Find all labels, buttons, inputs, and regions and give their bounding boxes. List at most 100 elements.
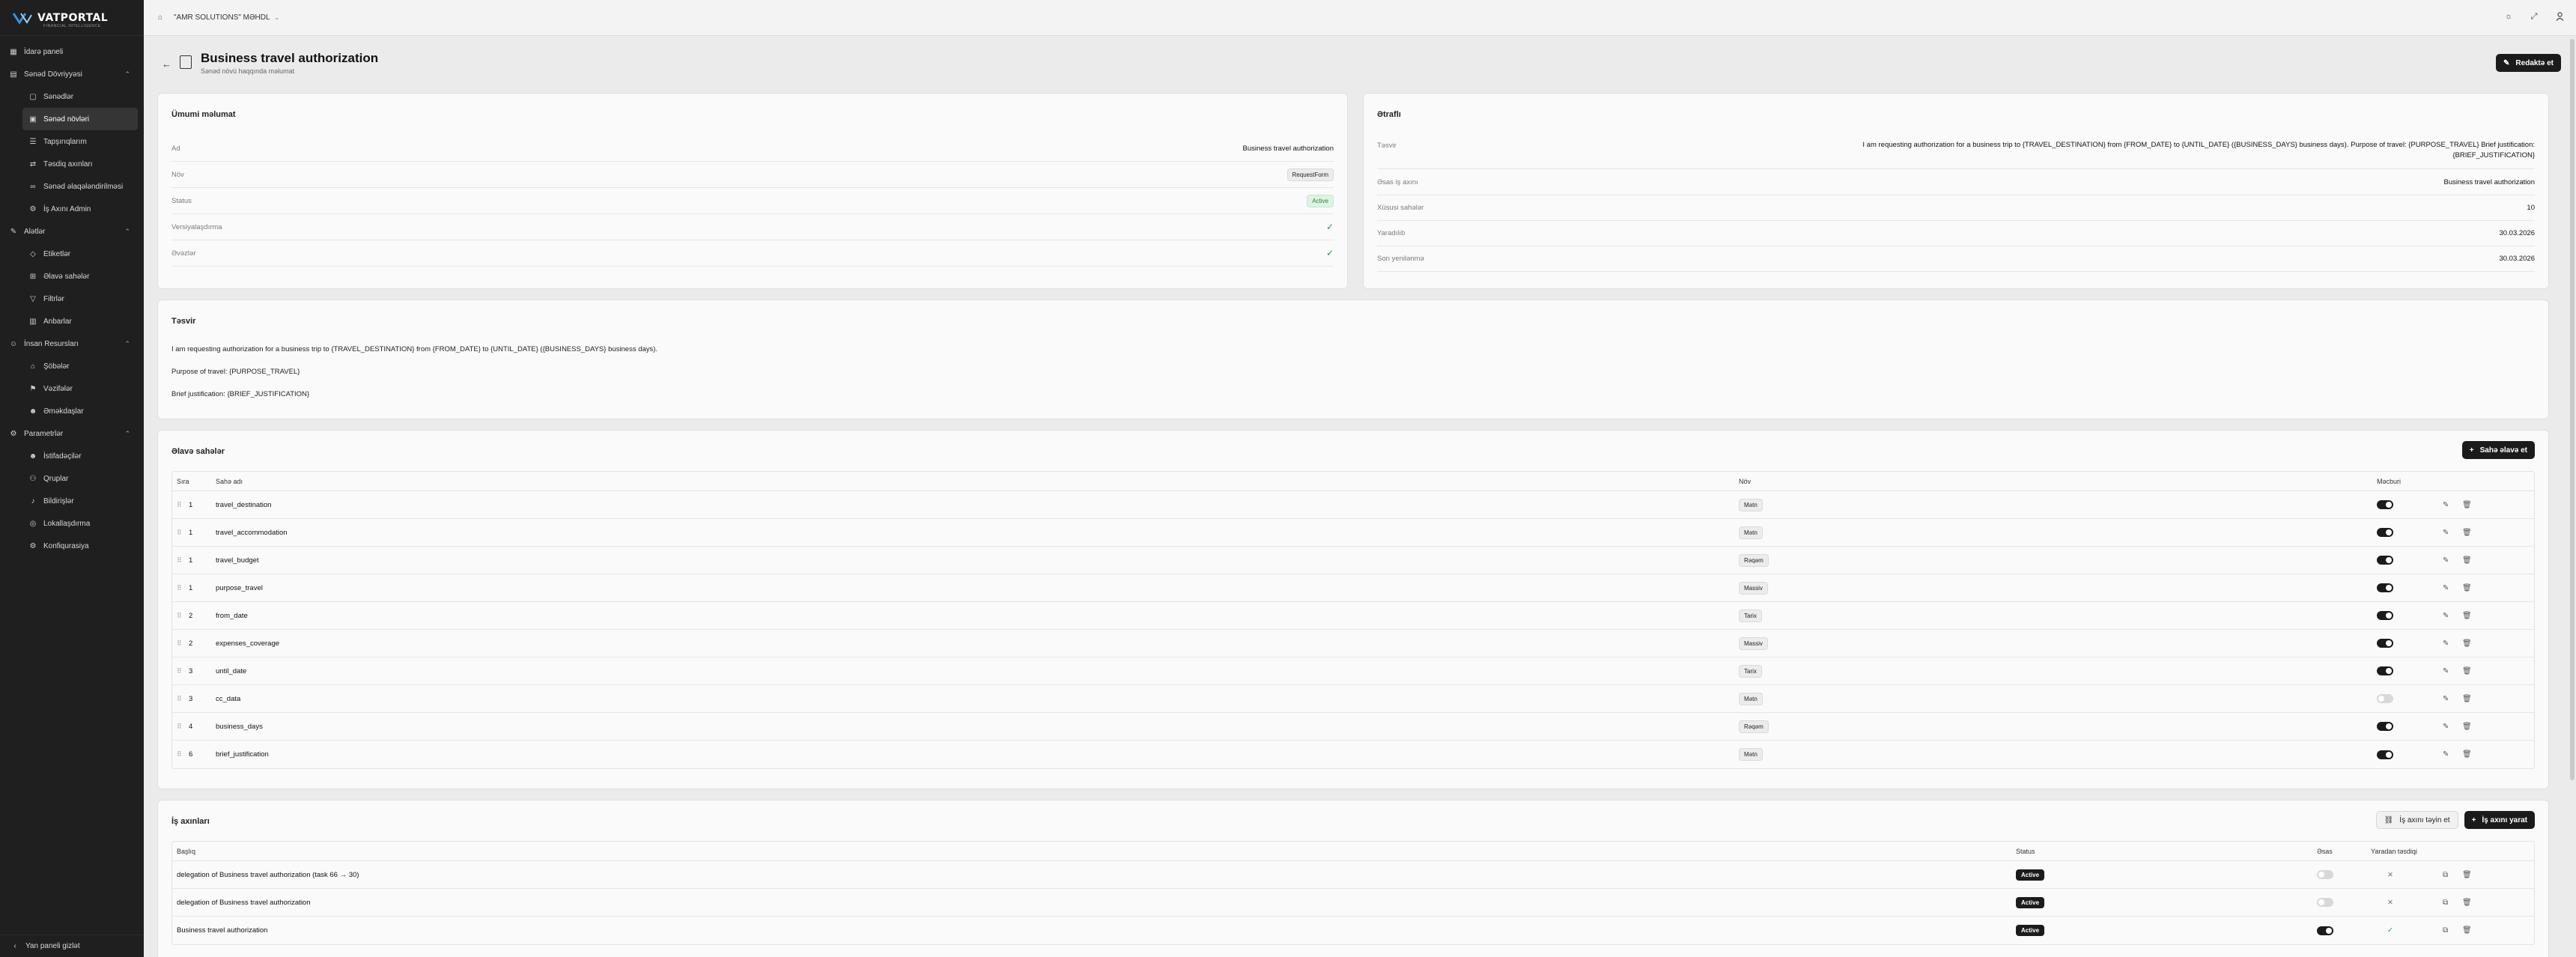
required-toggle[interactable] bbox=[2377, 611, 2393, 620]
required-toggle[interactable] bbox=[2377, 639, 2393, 648]
col-required: Məcburi bbox=[2377, 477, 2402, 485]
assign-workflow-button[interactable]: ⛓ İş axını təyin et bbox=[2375, 811, 2458, 829]
required-toggle[interactable] bbox=[2377, 750, 2393, 759]
required-toggle[interactable] bbox=[2377, 666, 2393, 675]
trash-icon[interactable]: 🗑 bbox=[2462, 695, 2472, 703]
sidebar-item-0[interactable]: ▦ İdarə paneli bbox=[0, 40, 144, 63]
page-scrollbar[interactable] bbox=[2570, 39, 2575, 780]
sidebar-item-18[interactable]: ☻ İstifadəçilər bbox=[0, 445, 144, 467]
edit-button[interactable]: ✎ Redaktə et bbox=[2496, 54, 2561, 72]
drag-handle-icon[interactable]: ⠿ bbox=[177, 639, 182, 648]
edit-icon[interactable]: ✎ bbox=[2443, 612, 2449, 620]
sidebar-item-5[interactable]: ⇄ Təsdiq axınları bbox=[0, 153, 144, 175]
trash-icon[interactable]: 🗑 bbox=[2462, 501, 2472, 509]
sidebar-item-16[interactable]: ☻ Əməkdaşlar bbox=[0, 400, 144, 422]
trash-icon[interactable]: 🗑 bbox=[2462, 639, 2472, 648]
company-selector[interactable]: "AMR SOLUTIONS" MƏHDL ⌄ bbox=[174, 13, 279, 22]
field-name: business_days bbox=[216, 722, 263, 731]
drag-handle-icon[interactable]: ⠿ bbox=[177, 695, 182, 703]
sidebar-item-label: İş Axını Admin bbox=[43, 204, 91, 213]
trash-icon[interactable]: 🗑 bbox=[2462, 529, 2472, 537]
edit-icon[interactable]: ✎ bbox=[2443, 667, 2449, 675]
drag-handle-icon[interactable]: ⠿ bbox=[177, 723, 182, 731]
user-icon[interactable] bbox=[2554, 10, 2566, 22]
trash-icon[interactable]: 🗑 bbox=[2462, 584, 2472, 592]
workflow-name[interactable]: Business travel authorization bbox=[177, 926, 267, 935]
edit-icon[interactable]: ✎ bbox=[2443, 639, 2449, 648]
main-toggle[interactable] bbox=[2317, 926, 2333, 935]
sidebar-item-21[interactable]: ◎ Lokallaşdırma bbox=[0, 512, 144, 535]
create-workflow-button[interactable]: + İş axını yarat bbox=[2464, 811, 2535, 829]
drag-handle-icon[interactable]: ⠿ bbox=[177, 612, 182, 620]
back-arrow-icon[interactable]: ← bbox=[162, 58, 171, 70]
sidebar-item-2[interactable]: ▢ Sənədlər bbox=[0, 85, 144, 108]
sidebar-item-9[interactable]: ◇ Etiketlər bbox=[0, 243, 144, 265]
trash-icon[interactable]: 🗑 bbox=[2462, 612, 2472, 620]
required-toggle[interactable] bbox=[2377, 500, 2393, 509]
required-toggle[interactable] bbox=[2377, 556, 2393, 565]
field-type-chip: Massiv bbox=[1739, 637, 1768, 650]
collapse-sidebar-button[interactable]: ‹ Yan paneli gizlət bbox=[0, 935, 144, 957]
brand-logo[interactable]: VATPORTAL FINANCIAL INTELLIGENCE bbox=[0, 0, 144, 36]
sidebar-item-10[interactable]: ⊞ Əlavə sahələr bbox=[0, 265, 144, 288]
required-toggle[interactable] bbox=[2377, 722, 2393, 731]
main-toggle[interactable] bbox=[2317, 898, 2333, 907]
copy-icon[interactable]: ⧉ bbox=[2443, 871, 2448, 879]
drag-handle-icon[interactable]: ⠿ bbox=[177, 750, 182, 759]
trash-icon[interactable]: 🗑 bbox=[2462, 556, 2472, 565]
required-toggle[interactable] bbox=[2377, 528, 2393, 537]
sidebar-item-6[interactable]: ∞ Sənəd əlaqələndirilməsi bbox=[0, 175, 144, 198]
sidebar-item-1[interactable]: ▤ Sənəd Dövriyyəsi ⌃ bbox=[0, 63, 144, 85]
file-icon: ▢ bbox=[29, 92, 37, 101]
edit-icon[interactable]: ✎ bbox=[2443, 584, 2449, 592]
drag-handle-icon[interactable]: ⠿ bbox=[177, 501, 182, 509]
edit-icon[interactable]: ✎ bbox=[2443, 695, 2449, 703]
sidebar-item-7[interactable]: ⚙ İş Axını Admin bbox=[0, 198, 144, 220]
sidebar-item-20[interactable]: ♪ Bildirişlər bbox=[0, 490, 144, 512]
general-info-row: Əvəzlər ✓ bbox=[171, 240, 1334, 267]
sidebar-item-14[interactable]: ⌂ Şöbələr bbox=[0, 355, 144, 377]
sidebar-item-17[interactable]: ⚙ Parametrlər ⌃ bbox=[0, 422, 144, 445]
workflows-card: İş axınları ⛓ İş axını təyin et + İş axı… bbox=[157, 800, 2549, 957]
sidebar-item-22[interactable]: ⚙ Konfiqurasiya bbox=[0, 535, 144, 557]
copy-icon[interactable]: ⧉ bbox=[2443, 926, 2448, 935]
sidebar-item-15[interactable]: ⚑ Vəzifələr bbox=[0, 377, 144, 400]
workflow-name[interactable]: delegation of Business travel authorizat… bbox=[177, 899, 311, 907]
detail-key: Son yenilənmə bbox=[1377, 255, 1424, 263]
trash-icon[interactable]: 🗑 bbox=[2462, 667, 2472, 675]
trash-icon[interactable]: 🗑 bbox=[2462, 926, 2472, 935]
sidebar-item-11[interactable]: ▽ Filtrlər bbox=[0, 288, 144, 310]
drag-handle-icon[interactable]: ⠿ bbox=[177, 667, 182, 675]
trash-icon[interactable]: 🗑 bbox=[2462, 723, 2472, 731]
trash-icon[interactable]: 🗑 bbox=[2462, 750, 2472, 759]
edit-icon[interactable]: ✎ bbox=[2443, 723, 2449, 731]
sidebar-item-8[interactable]: ✎ Alətlər ⌃ bbox=[0, 220, 144, 243]
bell-icon: ♪ bbox=[31, 496, 35, 505]
add-field-button[interactable]: + Sahə əlavə et bbox=[2461, 441, 2535, 459]
main-content: ← Business travel authorization Sənəd nö… bbox=[144, 36, 2576, 957]
edit-icon[interactable]: ✎ bbox=[2443, 750, 2449, 759]
fullscreen-icon[interactable]: ⤢ bbox=[2528, 10, 2540, 22]
field-name: from_date bbox=[216, 611, 248, 620]
trash-icon[interactable]: 🗑 bbox=[2462, 899, 2472, 907]
required-toggle[interactable] bbox=[2377, 694, 2393, 703]
home-icon[interactable]: ⌂ bbox=[156, 13, 165, 22]
main-toggle[interactable] bbox=[2317, 870, 2333, 879]
theme-toggle-icon[interactable]: ☼ bbox=[2503, 10, 2515, 22]
sidebar-item-3[interactable]: ▣ Sənəd növləri bbox=[22, 108, 138, 130]
drag-handle-icon[interactable]: ⠿ bbox=[177, 584, 182, 592]
edit-icon[interactable]: ✎ bbox=[2443, 501, 2449, 509]
trash-icon[interactable]: 🗑 bbox=[2462, 871, 2472, 879]
sidebar-item-13[interactable]: ☺ İnsan Resursları ⌃ bbox=[0, 332, 144, 355]
workflow-name[interactable]: delegation of Business travel authorizat… bbox=[177, 871, 359, 879]
copy-icon[interactable]: ⧉ bbox=[2443, 899, 2448, 907]
sidebar-item-12[interactable]: ▥ Anbarlar bbox=[0, 310, 144, 332]
sidebar-item-4[interactable]: ☰ Tapşırıqlarım bbox=[0, 130, 144, 153]
field-name: travel_accommodation bbox=[216, 528, 288, 537]
required-toggle[interactable] bbox=[2377, 583, 2393, 592]
sidebar-item-19[interactable]: ⚇ Qruplar bbox=[0, 467, 144, 490]
drag-handle-icon[interactable]: ⠿ bbox=[177, 556, 182, 565]
edit-icon[interactable]: ✎ bbox=[2443, 529, 2449, 537]
edit-icon[interactable]: ✎ bbox=[2443, 556, 2449, 565]
drag-handle-icon[interactable]: ⠿ bbox=[177, 529, 182, 537]
